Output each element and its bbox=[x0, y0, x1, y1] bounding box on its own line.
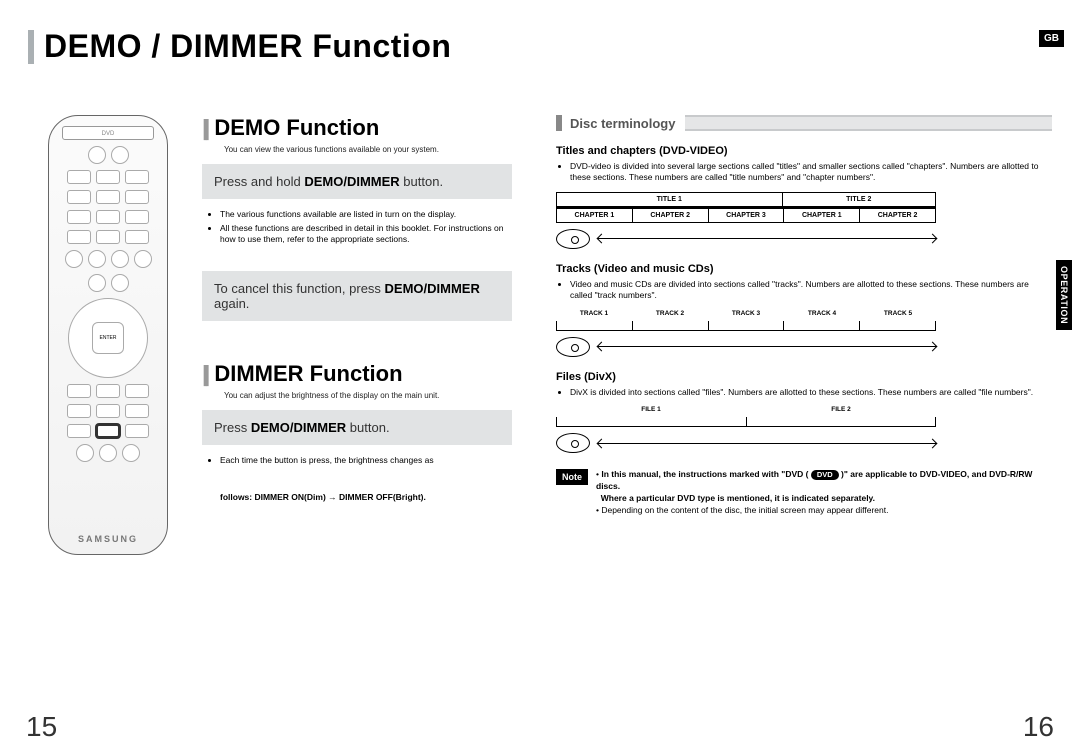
list-item: DVD-video is divided into several large … bbox=[570, 161, 1052, 184]
page-title-text: DEMO / DIMMER Function bbox=[44, 28, 451, 65]
demo-section-heading: || DEMO Function bbox=[202, 115, 512, 141]
note-block: Note • In this manual, the instructions … bbox=[556, 469, 1052, 517]
tracks-diagram: TRACK 1 TRACK 2 TRACK 3 TRACK 4 TRACK 5 bbox=[556, 310, 936, 357]
page-title: DEMO / DIMMER Function bbox=[28, 28, 1052, 65]
list-item: Each time the button is press, the brigh… bbox=[220, 455, 512, 466]
titles-bullets: DVD-video is divided into several large … bbox=[570, 161, 1052, 184]
demo-cancel-bar: To cancel this function, press DEMO/DIMM… bbox=[202, 271, 512, 321]
remote-nav-pad: ENTER bbox=[68, 298, 148, 378]
page-number-left: 15 bbox=[26, 711, 57, 743]
note-body: • In this manual, the instructions marke… bbox=[596, 469, 1052, 517]
note-tag: Note bbox=[556, 469, 588, 485]
list-item: Video and music CDs are divided into sec… bbox=[570, 279, 1052, 302]
content-columns: DVD ENTER SAMSUNG || DEMO Function bbox=[28, 115, 1052, 555]
demo-step-bar: Press and hold DEMO/DIMMER button. bbox=[202, 164, 512, 199]
dimmer-bullets: Each time the button is press, the brigh… bbox=[220, 455, 512, 466]
list-item: All these functions are described in det… bbox=[220, 223, 512, 245]
dimmer-section-heading: || DIMMER Function bbox=[202, 361, 512, 387]
title-accent-bar bbox=[28, 30, 34, 64]
remote-display: DVD bbox=[62, 126, 154, 140]
list-item: DivX is divided into sections called "fi… bbox=[570, 387, 1052, 398]
files-subheading: Files (DivX) bbox=[556, 371, 1052, 383]
dimmer-heading-text: DIMMER Function bbox=[214, 361, 402, 387]
section-tab-operation: OPERATION bbox=[1056, 260, 1072, 330]
files-bullets: DivX is divided into sections called "fi… bbox=[570, 387, 1052, 398]
list-item: The various functions available are list… bbox=[220, 209, 512, 220]
manual-page: DEMO / DIMMER Function GB OPERATION DVD … bbox=[0, 0, 1080, 753]
titles-subheading: Titles and chapters (DVD-VIDEO) bbox=[556, 145, 1052, 157]
demo-bullets: The various functions available are list… bbox=[220, 209, 512, 245]
page-number-right: 16 bbox=[1023, 711, 1054, 743]
dimmer-step-bar: Press DEMO/DIMMER button. bbox=[202, 410, 512, 445]
remote-control-illustration: DVD ENTER SAMSUNG bbox=[48, 115, 168, 555]
remote-brand: SAMSUNG bbox=[78, 534, 138, 544]
disc-terminology-text: Disc terminology bbox=[570, 116, 675, 131]
titles-diagram: TITLE 1 TITLE 2 CHAPTER 1 CHAPTER 2 CHAP… bbox=[556, 192, 936, 249]
instruction-column: || DEMO Function You can view the variou… bbox=[202, 115, 512, 555]
remote-column: DVD ENTER SAMSUNG bbox=[28, 115, 188, 555]
terminology-column: Disc terminology Titles and chapters (DV… bbox=[526, 115, 1052, 555]
tracks-subheading: Tracks (Video and music CDs) bbox=[556, 263, 1052, 275]
demo-subtext: You can view the various functions avail… bbox=[224, 145, 512, 154]
tracks-bullets: Video and music CDs are divided into sec… bbox=[570, 279, 1052, 302]
disc-icon bbox=[556, 229, 590, 249]
dimmer-subtext: You can adjust the brightness of the dis… bbox=[224, 391, 512, 400]
dvd-pill-icon: DVD bbox=[811, 470, 839, 481]
files-diagram: FILE 1 FILE 2 bbox=[556, 406, 936, 453]
demo-heading-text: DEMO Function bbox=[214, 115, 379, 141]
language-badge: GB bbox=[1039, 30, 1064, 47]
disc-icon bbox=[556, 433, 590, 453]
remote-demo-dimmer-button bbox=[96, 424, 120, 438]
disc-icon bbox=[556, 337, 590, 357]
dimmer-sequence: follows: DIMMER ON(Dim) → DIMMER OFF(Bri… bbox=[220, 492, 512, 502]
disc-terminology-heading: Disc terminology bbox=[556, 115, 1052, 131]
